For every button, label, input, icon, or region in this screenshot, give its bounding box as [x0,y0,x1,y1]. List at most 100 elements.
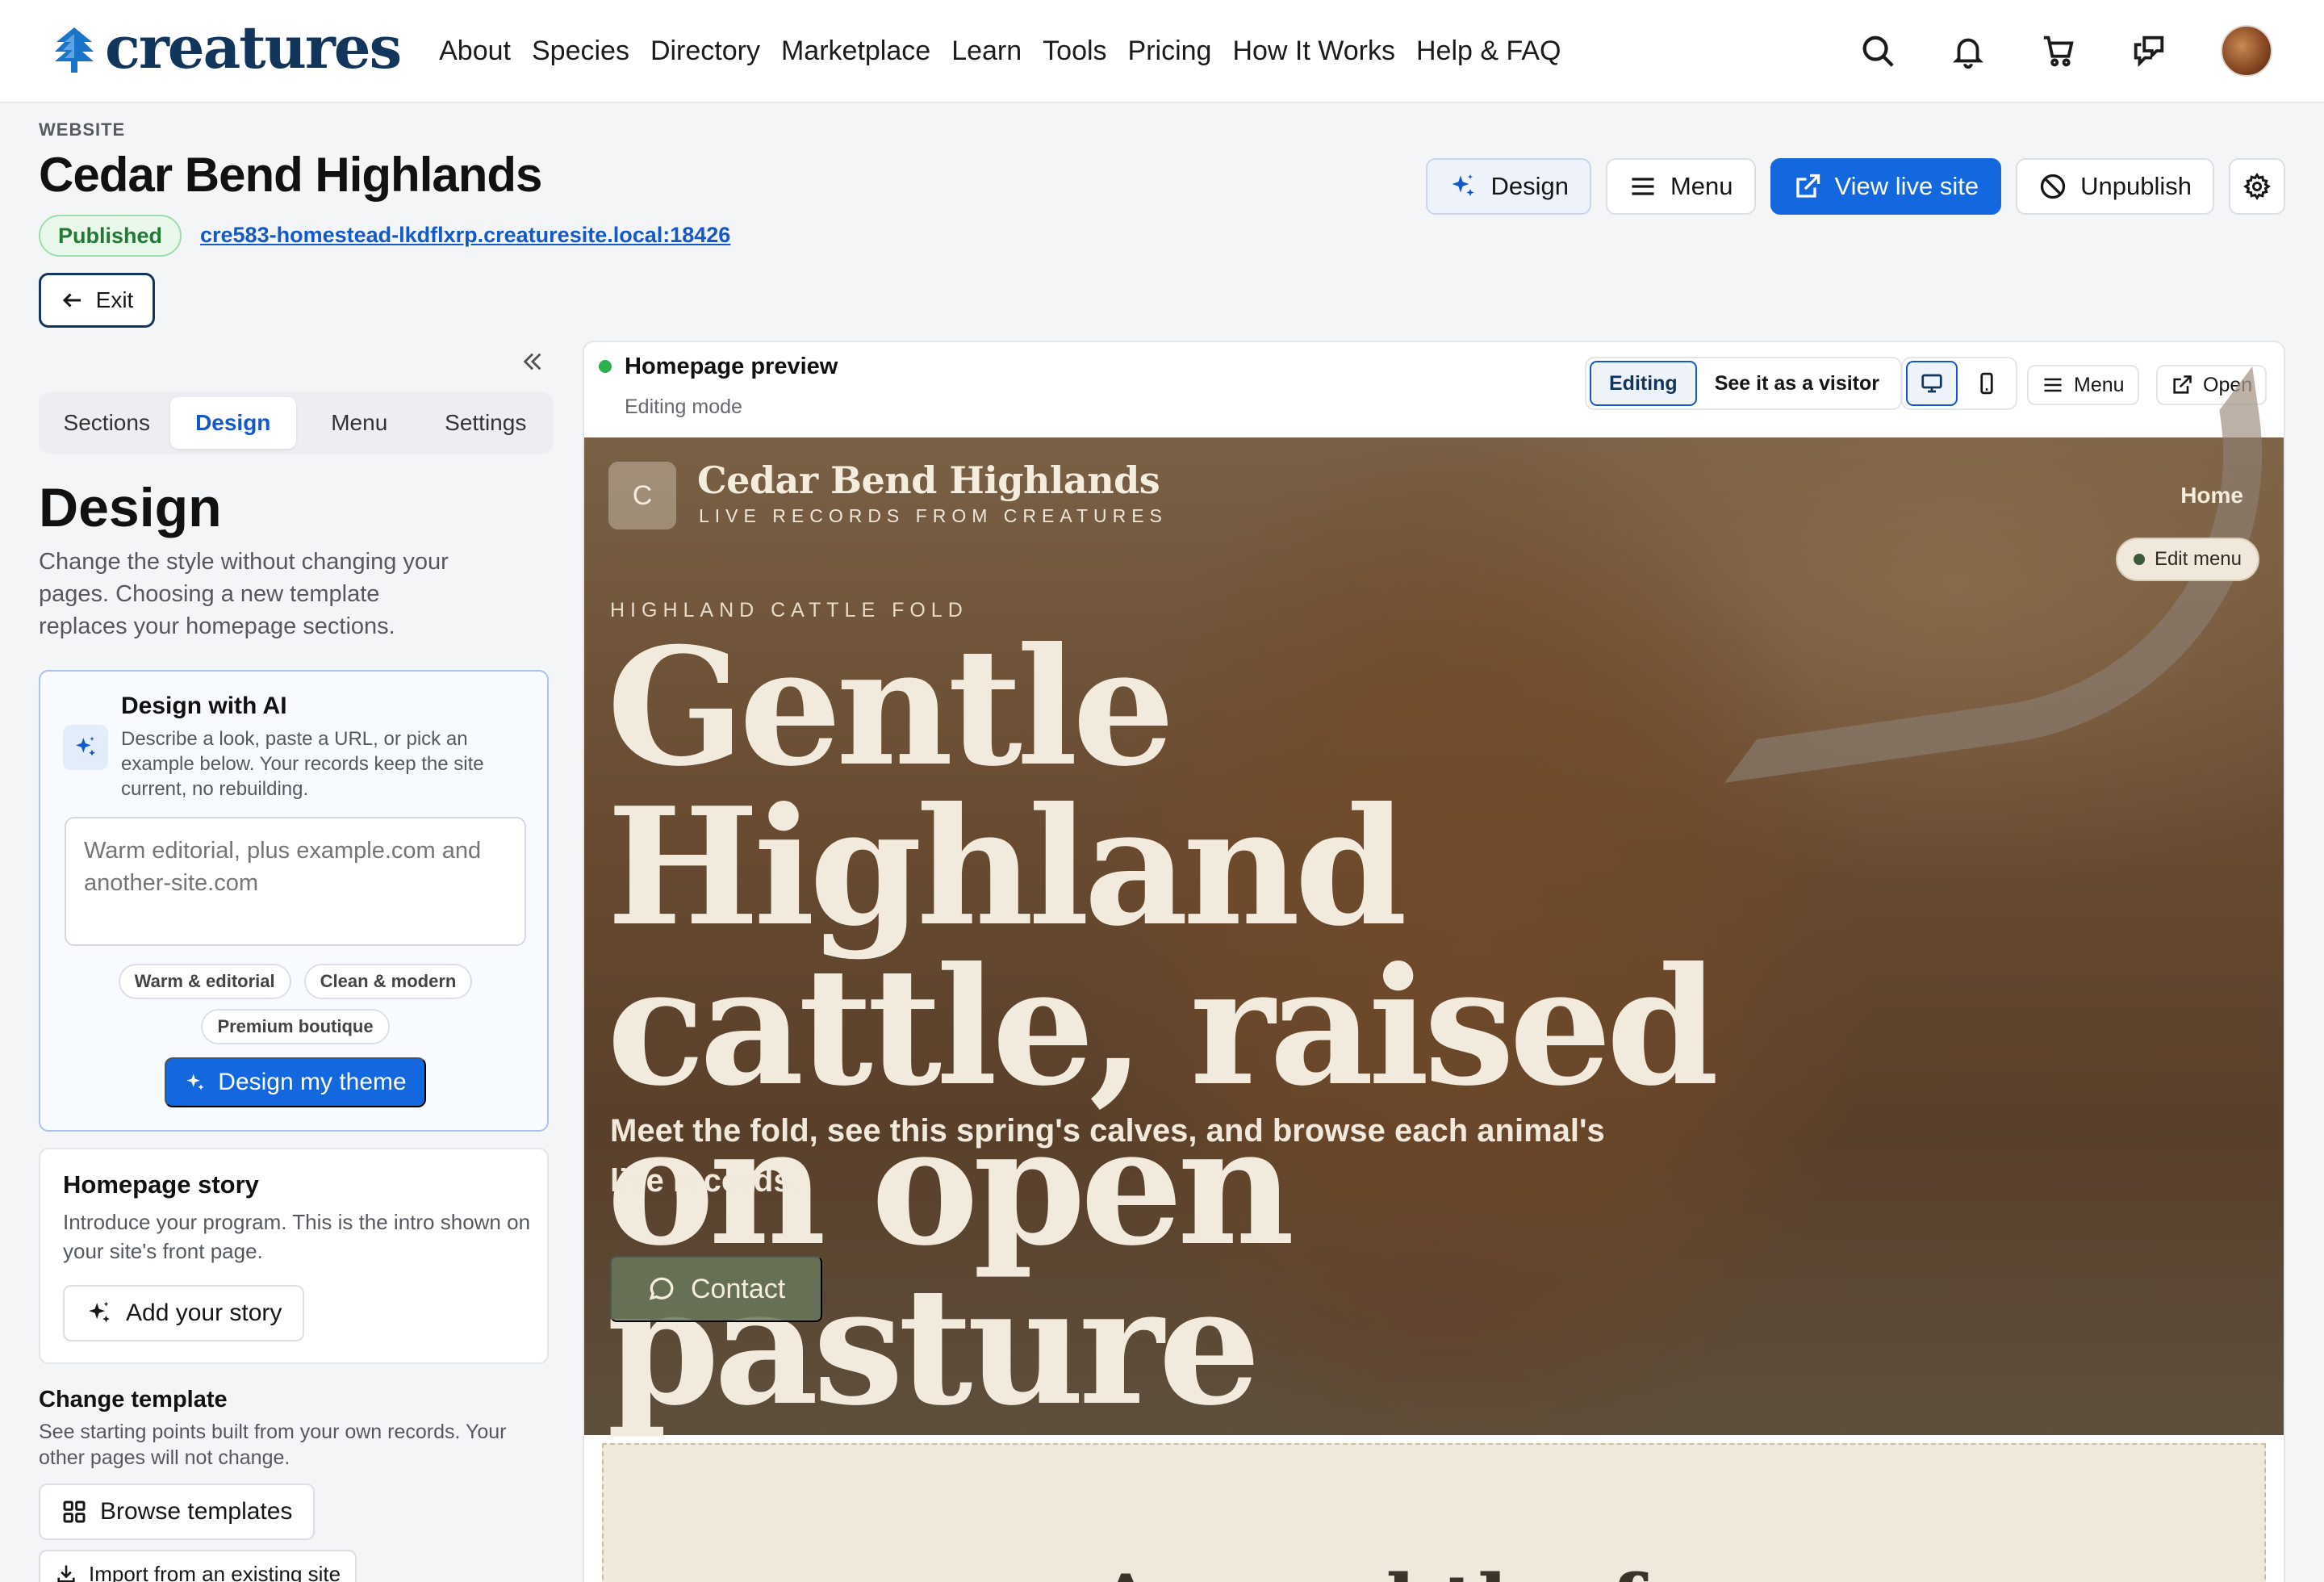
nav-learn[interactable]: Learn [951,36,1022,67]
edit-menu-dot [2133,554,2145,565]
add-story-label: Add your story [126,1300,282,1326]
chip-premium-boutique[interactable]: Premium boutique [201,1009,390,1044]
sparkle-icon [186,1074,204,1090]
header-actions: Design Menu View live site Unpublish [1426,158,2285,215]
hero-nav-home[interactable]: Home [2180,483,2243,508]
user-avatar[interactable] [2221,25,2272,77]
hero-contact-button[interactable]: Contact [610,1256,823,1322]
live-status-dot [599,360,612,373]
panel-description: Change the style without changing your p… [39,549,449,639]
hero-subtitle[interactable]: Meet the fold, see this spring's calves,… [610,1106,1643,1206]
site-logo-badge[interactable]: C [608,462,676,529]
design-my-theme-button[interactable]: Design my theme [165,1057,426,1107]
nav-pricing[interactable]: Pricing [1128,36,1212,67]
collapse-panel-icon[interactable] [520,349,545,375]
sparkle-icon [1452,174,1474,196]
download-icon [57,1565,75,1582]
story-description: Introduce your program. This is the intr… [63,1210,531,1263]
chip-warm-editorial[interactable]: Warm & editorial [118,964,291,999]
brand-name: creatures [105,13,402,82]
tab-design[interactable]: Design [169,397,296,449]
tab-menu[interactable]: Menu [296,397,423,449]
settings-button[interactable] [2229,158,2285,215]
unpublish-label: Unpublish [2080,172,2192,200]
import-site-button[interactable]: Import from an existing site [39,1550,357,1582]
messages-icon[interactable] [2130,32,2167,69]
hamburger-icon [1632,178,1654,195]
gear-icon [2242,172,2272,201]
next-section-preview[interactable]: Around the f [602,1443,2266,1582]
preview-title: Homepage preview [625,354,838,379]
desktop-view-button[interactable] [1906,361,1958,406]
nav-marketplace[interactable]: Marketplace [781,36,930,67]
tab-sections[interactable]: Sections [44,397,170,449]
nav-species[interactable]: Species [532,36,629,67]
add-story-button[interactable]: Add your story [63,1285,305,1341]
visitor-view-toggle[interactable]: See it as a visitor [1697,361,1897,406]
nav-tools[interactable]: Tools [1043,36,1106,67]
tab-settings[interactable]: Settings [423,397,550,449]
mobile-view-button[interactable] [1961,361,2013,406]
hero-section[interactable]: C Cedar Bend Highlands LIVE RECORDS FROM… [584,366,2284,1435]
chip-clean-modern[interactable]: Clean & modern [303,964,473,999]
cart-icon[interactable] [2040,32,2077,69]
edit-menu-label: Edit menu [2154,548,2242,570]
browse-templates-button[interactable]: Browse templates [39,1484,316,1540]
mobile-icon [1980,372,1993,395]
bell-icon[interactable] [1950,32,1987,69]
change-template-title: Change template [39,1387,228,1412]
nav-how-it-works[interactable]: How It Works [1232,36,1395,67]
browse-templates-label: Browse templates [100,1498,293,1525]
story-title: Homepage story [63,1170,259,1199]
search-icon[interactable] [1859,32,1896,69]
sparkle-icon [89,1301,110,1323]
next-section-heading: Around the f [1096,1558,1644,1582]
ban-icon [2040,174,2066,199]
homepage-preview-panel: Homepage preview Editing mode Editing Se… [583,341,2285,1582]
brand-logo[interactable]: creatures [52,13,402,82]
nav-directory[interactable]: Directory [650,36,760,67]
design-button-label: Design [1490,172,1569,200]
tree-logo-icon [55,27,94,73]
main-nav: About Species Directory Marketplace Lear… [439,36,1561,67]
ai-example-chips: Warm & editorial Clean & modern Premium … [65,964,526,1044]
edit-menu-button[interactable]: Edit menu [2115,538,2259,581]
chat-bubble-icon [649,1277,674,1300]
hero-contact-label: Contact [691,1273,786,1304]
design-my-theme-label: Design my theme [218,1069,407,1095]
menu-button-label: Menu [1670,172,1733,200]
ai-card-description: Describe a look, paste a URL, or pick an… [121,728,484,800]
sparkle-icon [76,736,95,756]
desktop-icon [1921,374,1942,393]
view-live-site-button[interactable]: View live site [1770,158,2002,215]
nav-utility-icons [1859,25,2272,77]
exit-label: Exit [95,287,134,312]
menu-button[interactable]: Menu [1605,158,1756,215]
ai-prompt-input[interactable] [65,817,526,946]
status-badge: Published [39,215,182,257]
nav-help-faq[interactable]: Help & FAQ [1416,36,1561,67]
design-button[interactable]: Design [1426,158,1591,215]
import-site-label: Import from an existing site [89,1561,341,1582]
site-url-link[interactable]: cre583-homestead-lkdflxrp.creaturesite.l… [200,223,730,248]
panel-title: Design [39,477,222,538]
change-template-description: See starting points built from your own … [39,1421,507,1469]
top-navigation: creatures About Species Directory Market… [0,0,2324,103]
hero-site-name[interactable]: Cedar Bend Highlands [697,458,1160,502]
design-with-ai-card: Design with AI Describe a look, paste a … [39,670,549,1132]
view-mode-toggle: Editing See it as a visitor [1585,357,1902,410]
grid-icon [63,1500,86,1523]
arrow-left-icon [62,293,81,308]
preview-mode-label: Editing mode [625,396,742,418]
ai-sparkle-badge [63,725,108,770]
page-label: WEBSITE [39,119,126,140]
exit-button[interactable]: Exit [39,273,155,328]
ai-card-title: Design with AI [121,693,287,719]
nav-about[interactable]: About [439,36,511,67]
homepage-story-card: Homepage story Introduce your program. T… [39,1148,549,1364]
page-title: Cedar Bend Highlands [39,148,542,202]
unpublish-button[interactable]: Unpublish [2016,158,2214,215]
hero-site-tagline: LIVE RECORDS FROM CREATURES [699,505,1168,526]
editing-toggle[interactable]: Editing [1590,361,1697,406]
panel-tabs: Sections Design Menu Settings [39,392,554,454]
